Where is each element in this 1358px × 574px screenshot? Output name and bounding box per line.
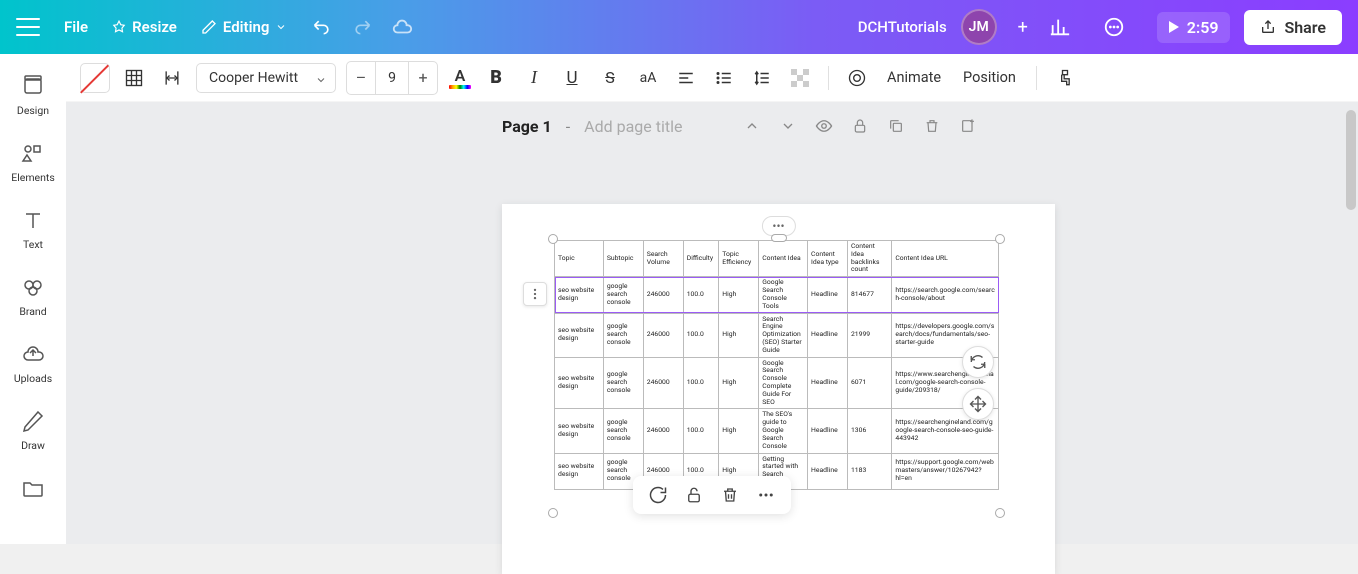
element-toolbar (633, 476, 791, 514)
table-row[interactable]: seo website designgoogle search console2… (555, 277, 999, 313)
table-row[interactable]: seo website designgoogle search console2… (555, 409, 999, 453)
underline-button[interactable]: U (558, 64, 586, 92)
file-menu[interactable]: File (64, 18, 88, 36)
spacing-icon[interactable] (158, 64, 186, 92)
share-button[interactable]: Share (1244, 10, 1342, 45)
table-header[interactable]: Content Idea backlinks count (847, 241, 891, 277)
page-title-input[interactable]: Add page title (584, 117, 682, 136)
text-color-button[interactable]: A (448, 66, 472, 89)
table-header[interactable]: Search Volume (643, 241, 683, 277)
sidebar-item-text[interactable]: Text (0, 200, 66, 259)
transparency-button[interactable] (786, 64, 814, 92)
sidebar-item-brand[interactable]: Brand (0, 267, 66, 326)
move-float-button[interactable] (962, 388, 994, 420)
strikethrough-button[interactable]: S (596, 64, 624, 92)
resize-handle[interactable] (548, 234, 558, 244)
delete-element-icon[interactable] (719, 484, 741, 506)
table-header[interactable]: Topic Efficiency (719, 241, 759, 277)
list-button[interactable] (710, 64, 738, 92)
italic-button[interactable]: I (520, 64, 548, 92)
cloud-sync-icon[interactable] (391, 16, 413, 38)
more-element-icon[interactable] (755, 484, 777, 506)
present-timer[interactable]: 2:59 (1157, 12, 1231, 43)
play-icon (1169, 21, 1179, 33)
table-row[interactable]: seo website designgoogle search console2… (555, 357, 999, 409)
resize-handle[interactable] (771, 234, 787, 242)
resize-handle[interactable] (995, 234, 1005, 244)
resize-handle[interactable] (548, 508, 558, 518)
comment-icon[interactable] (1103, 16, 1125, 38)
font-size-value[interactable]: 9 (375, 62, 409, 94)
add-member-button[interactable]: + (1011, 15, 1035, 39)
sidebar-item-projects[interactable] (0, 468, 66, 508)
username-label: DCHTutorials (858, 18, 947, 36)
line-spacing-button[interactable] (748, 64, 776, 92)
text-toolbar: Cooper Hewitt – 9 + A B I U S aA Animate… (66, 54, 1358, 102)
visibility-icon[interactable] (814, 116, 834, 136)
add-page-icon[interactable] (958, 116, 978, 136)
table-header[interactable]: Subtopic (603, 241, 643, 277)
effects-icon[interactable] (843, 64, 871, 92)
case-button[interactable]: aA (634, 64, 662, 92)
sidebar-item-draw[interactable]: Draw (0, 401, 66, 460)
vertical-scrollbar[interactable] (1346, 110, 1356, 210)
bold-button[interactable]: B (482, 64, 510, 92)
collapse-up-icon[interactable] (742, 116, 762, 136)
table-header[interactable]: Content Idea URL (892, 241, 999, 277)
font-family-select[interactable]: Cooper Hewitt (196, 63, 336, 93)
delete-page-icon[interactable] (922, 116, 942, 136)
redo-button[interactable] (351, 16, 373, 38)
table-header[interactable]: Content Idea (759, 241, 808, 277)
table-header[interactable]: Difficulty (683, 241, 719, 277)
avatar[interactable]: JM (961, 9, 997, 45)
table-header[interactable]: Topic (555, 241, 604, 277)
position-button[interactable]: Position (957, 69, 1022, 86)
font-size-control: – 9 + (346, 61, 438, 95)
menu-button[interactable] (16, 18, 40, 36)
row-context-button[interactable] (523, 282, 547, 306)
analytics-icon[interactable] (1049, 16, 1071, 38)
lock-icon[interactable] (850, 116, 870, 136)
resize-handle[interactable] (995, 508, 1005, 518)
sidebar-item-elements[interactable]: Elements (0, 133, 66, 192)
table-row[interactable]: seo website designgoogle search console2… (555, 313, 999, 357)
page-number-label: Page 1 (502, 117, 552, 136)
format-painter-icon[interactable] (1051, 64, 1079, 92)
font-size-increase[interactable]: + (409, 62, 437, 94)
page-options-button[interactable]: ••• (761, 216, 795, 236)
grid-icon[interactable] (120, 64, 148, 92)
sidebar-item-uploads[interactable]: Uploads (0, 334, 66, 393)
undo-button[interactable] (311, 16, 333, 38)
sync-float-button[interactable] (962, 346, 994, 378)
fill-color-swatch[interactable] (80, 63, 110, 93)
lock-element-icon[interactable] (683, 484, 705, 506)
sidebar-item-design[interactable]: Design (0, 66, 66, 125)
duplicate-page-icon[interactable] (886, 116, 906, 136)
expand-down-icon[interactable] (778, 116, 798, 136)
editing-mode[interactable]: Editing (201, 18, 288, 36)
animate-button[interactable]: Animate (881, 69, 947, 86)
left-sidebar: Design Elements Text Brand Uploads Draw (0, 54, 66, 544)
align-button[interactable] (672, 64, 700, 92)
data-table[interactable]: TopicSubtopicSearch VolumeDifficultyTopi… (554, 240, 999, 490)
font-size-decrease[interactable]: – (347, 62, 375, 94)
regenerate-icon[interactable] (647, 484, 669, 506)
resize-button[interactable]: Resize (112, 18, 177, 36)
table-header[interactable]: Content Idea type (808, 241, 848, 277)
